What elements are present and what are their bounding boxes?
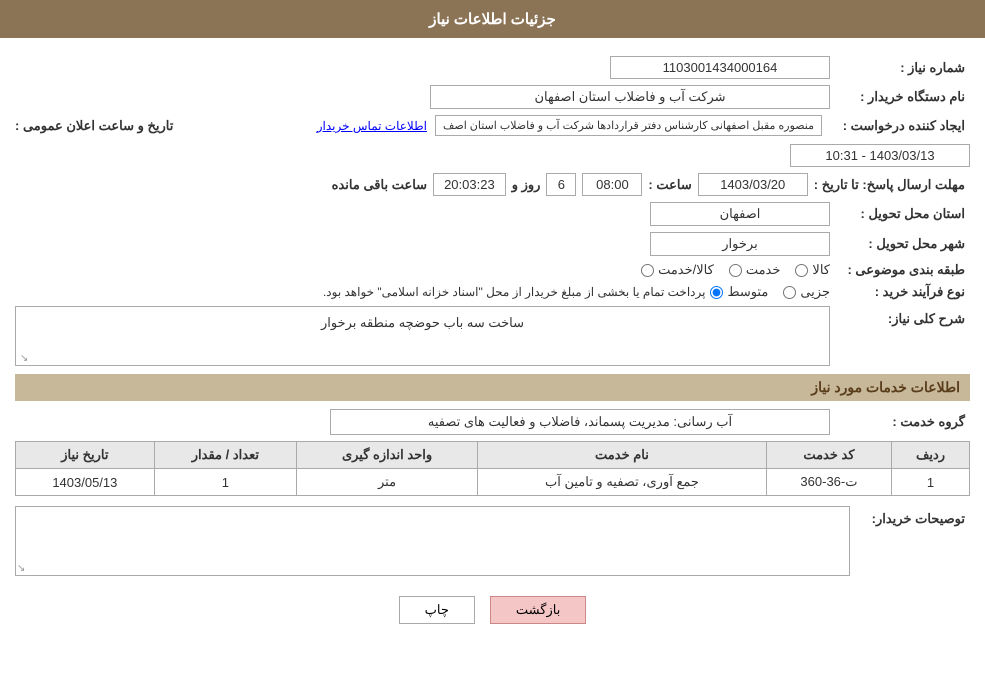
ostan-value: اصفهان bbox=[650, 202, 830, 226]
radio-kala-khedmat-label: کالا/خدمت bbox=[658, 262, 714, 278]
sharh-kolli-label: شرح کلی نیاز: bbox=[830, 306, 970, 327]
tarikh-saat-elam-label: تاریخ و ساعت اعلان عمومی : bbox=[15, 118, 173, 134]
note-text: پرداخت تمام یا بخشی از مبلغ خریدار از مح… bbox=[323, 285, 706, 299]
resize-icon-sharh: ↘ bbox=[20, 353, 28, 364]
saat-label: ساعت : bbox=[648, 177, 691, 193]
no-farayand-label: نوع فرآیند خرید : bbox=[830, 284, 970, 300]
ijad-konande-value: منصوره مقبل اصفهانی کارشناس دفتر قرارداد… bbox=[435, 115, 822, 136]
nam-dastgah-value: شرکت آب و فاضلاب استان اصفهان bbox=[430, 85, 830, 109]
nam-dastgah-label: نام دستگاه خریدار : bbox=[830, 89, 970, 105]
shomare-niaz-label: شماره نیاز : bbox=[830, 60, 970, 76]
cell-tedad: 1 bbox=[154, 469, 296, 496]
col-tarikh: تاریخ نیاز bbox=[16, 442, 155, 469]
ijad-konande-label: ایجاد کننده درخواست : bbox=[830, 118, 970, 134]
shahr-value: برخوار bbox=[650, 232, 830, 256]
button-row: بازگشت چاپ bbox=[15, 596, 970, 624]
radio-motavasset-label: متوسط bbox=[727, 284, 768, 300]
radio-khedmat: خدمت bbox=[729, 262, 781, 278]
radio-motavasset: متوسط bbox=[710, 284, 768, 300]
radio-khedmat-input[interactable] bbox=[729, 264, 742, 277]
radio-kala-khedmat-input[interactable] bbox=[641, 264, 654, 277]
tosifat-value bbox=[15, 506, 850, 576]
ostan-label: استان محل تحویل : bbox=[830, 206, 970, 222]
tarikh-saat-elam-value: 1403/03/13 - 10:31 bbox=[790, 144, 970, 167]
radio-jozee-label: جزیی bbox=[800, 284, 830, 300]
no-farayand-radio-group: جزیی متوسط bbox=[710, 284, 830, 300]
page-title: جزئیات اطلاعات نیاز bbox=[0, 0, 985, 38]
radio-kala: کالا bbox=[795, 262, 830, 278]
cell-vahed: متر bbox=[296, 469, 477, 496]
cell-tarikh: 1403/05/13 bbox=[16, 469, 155, 496]
radio-motavasset-input[interactable] bbox=[710, 286, 723, 299]
cell-nam: جمع آوری، تصفیه و تامین آب bbox=[478, 469, 767, 496]
countdown-label: ساعت باقی مانده bbox=[332, 177, 427, 193]
resize-icon-tosifat: ↘ bbox=[17, 563, 25, 574]
table-row: 1 ت-36-360 جمع آوری، تصفیه و تامین آب مت… bbox=[16, 469, 970, 496]
radio-kala-khedmat: کالا/خدمت bbox=[641, 262, 714, 278]
shomare-niaz-value: 1103001434000164 bbox=[610, 56, 830, 79]
radio-jozee-input[interactable] bbox=[783, 286, 796, 299]
khadamat-section-title: اطلاعات خدمات مورد نیاز bbox=[15, 374, 970, 401]
cell-radif: 1 bbox=[892, 469, 970, 496]
cell-kod: ت-36-360 bbox=[766, 469, 891, 496]
shahr-label: شهر محل تحویل : bbox=[830, 236, 970, 252]
radio-kala-input[interactable] bbox=[795, 264, 808, 277]
radio-jozee: جزیی bbox=[783, 284, 830, 300]
sharh-kolli-value: ساخت سه باب حوضچه منطقه برخوار bbox=[15, 306, 830, 366]
radio-kala-label: کالا bbox=[812, 262, 830, 278]
grohe-khedmat-value: آب رسانی: مدیریت پسماند، فاضلاب و فعالیت… bbox=[330, 409, 830, 435]
radio-khedmat-label: خدمت bbox=[746, 262, 781, 278]
col-radif: ردیف bbox=[892, 442, 970, 469]
tabaqe-radio-group: کالا خدمت کالا/خدمت bbox=[641, 262, 830, 278]
roz-label: روز و bbox=[512, 177, 541, 193]
ijad-konande-link[interactable]: اطلاعات تماس خریدار bbox=[317, 119, 427, 133]
countdown-value: 20:03:23 bbox=[433, 173, 506, 196]
col-tedad: تعداد / مقدار bbox=[154, 442, 296, 469]
print-button[interactable]: چاپ bbox=[399, 596, 475, 624]
col-nam: نام خدمت bbox=[478, 442, 767, 469]
col-vahed: واحد اندازه گیری bbox=[296, 442, 477, 469]
services-table: ردیف کد خدمت نام خدمت واحد اندازه گیری ت… bbox=[15, 441, 970, 496]
back-button[interactable]: بازگشت bbox=[490, 596, 586, 624]
roz-value: 6 bbox=[546, 173, 576, 196]
col-kod: کد خدمت bbox=[766, 442, 891, 469]
tabaqe-label: طبقه بندی موضوعی : bbox=[830, 262, 970, 278]
grohe-khedmat-label: گروه خدمت : bbox=[830, 414, 970, 430]
saat-value: 08:00 bbox=[582, 173, 642, 196]
date-value: 1403/03/20 bbox=[698, 173, 808, 196]
tosifat-label: توصیحات خریدار: bbox=[850, 511, 970, 527]
mohlat-irssal-label: مهلت ارسال پاسخ: تا تاریخ : bbox=[814, 177, 970, 193]
